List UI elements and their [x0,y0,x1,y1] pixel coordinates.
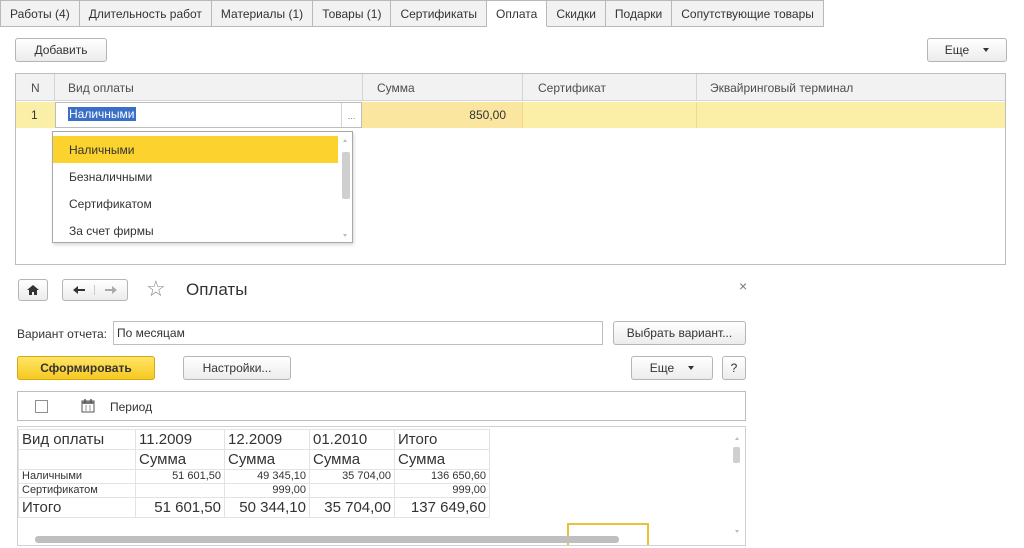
total-value: 137 649,60 [394,497,490,518]
payment-type-dropdown: Наличными Безналичными Сертификатом За с… [52,131,353,243]
payments-table-header: N Вид оплаты Сумма Сертификат Эквайринго… [16,74,1005,101]
col-certificate[interactable]: Сертификат [538,81,606,95]
horizontal-scroll-thumb[interactable] [35,536,619,543]
arrow-left-icon [72,286,85,294]
help-button[interactable]: ? [722,356,746,380]
generate-button[interactable]: Сформировать [17,356,155,380]
variant-label: Вариант отчета: [17,327,107,341]
history-nav [62,279,128,301]
col-payment-type[interactable]: Вид оплаты [68,81,134,95]
header-sum: Сумма [224,449,310,470]
home-icon [27,285,39,295]
row-value: 999,00 [224,483,310,498]
option-certificate[interactable]: Сертификатом [53,190,338,217]
total-value: 50 344,10 [224,497,310,518]
chevron-down-icon [688,366,695,370]
header-period: 01.2010 [309,429,395,450]
dropdown-scroll-thumb[interactable] [342,152,350,199]
tab-payment[interactable]: Оплата [487,0,548,27]
variant-field[interactable]: По месяцам [113,321,603,345]
total-value: 51 601,50 [135,497,225,518]
row-value: 51 601,50 [135,469,225,484]
row-value: 35 704,00 [309,469,395,484]
col-n[interactable]: N [31,81,40,95]
report-more-button[interactable]: Еще [631,356,713,380]
close-icon[interactable]: × [739,278,747,294]
row-value [309,483,395,498]
total-row: Итого 51 601,50 50 344,10 35 704,00 137 … [18,497,490,518]
tab-work-duration[interactable]: Длительность работ [79,0,212,27]
header-sum: Сумма [394,449,490,470]
row-number: 1 [31,108,38,122]
choose-button[interactable]: ... [341,103,361,127]
more-button[interactable]: Еще [927,38,1007,62]
option-cash[interactable]: Наличными [53,136,338,163]
tab-bar: Работы (4) Длительность работ Материалы … [0,0,824,27]
row-value: 999,00 [394,483,490,498]
col-terminal[interactable]: Эквайринговый терминал [710,81,853,95]
tab-discounts[interactable]: Скидки [547,0,606,27]
header-total: Итого [394,429,490,450]
option-company-account[interactable]: За счет фирмы [53,217,338,244]
option-cashless[interactable]: Безналичными [53,163,338,190]
forward-button[interactable] [95,285,127,295]
tab-related-goods[interactable]: Сопутствующие товары [672,0,824,27]
period-checkbox[interactable] [35,400,48,413]
tab-gifts[interactable]: Подарки [605,0,673,27]
header-payment-type: Вид оплаты [18,429,136,450]
header-sum: Сумма [309,449,395,470]
home-button[interactable] [18,279,48,301]
report-table: Вид оплаты 11.2009 12.2009 01.2010 Итого… [18,429,490,518]
add-button[interactable]: Добавить [15,38,107,62]
tab-works[interactable]: Работы (4) [0,0,80,27]
chevron-down-icon [983,48,990,52]
period-label: Период [110,400,153,414]
arrow-right-icon [105,286,117,294]
header-period: 11.2009 [135,429,225,450]
header-period: 12.2009 [224,429,310,450]
row-name: Сертификатом [18,483,136,498]
report-more-label: Еще [649,361,675,375]
row-value: 136 650,60 [394,469,490,484]
report-title: Оплаты [186,280,248,299]
total-name: Итого [18,497,136,518]
row-value: 49 345,10 [224,469,310,484]
header-sum: Сумма [135,449,225,470]
tab-materials[interactable]: Материалы (1) [211,0,314,27]
report-spreadsheet[interactable]: Вид оплаты 11.2009 12.2009 01.2010 Итого… [17,426,746,546]
row-value [135,483,225,498]
tab-goods[interactable]: Товары (1) [313,0,392,27]
tab-certificates[interactable]: Сертификаты [391,0,488,27]
star-icon[interactable]: ☆ [146,276,166,302]
table-row: Наличными 51 601,50 49 345,10 35 704,00 … [18,469,490,484]
choose-variant-button[interactable]: Выбрать вариант... [613,321,746,345]
payment-type-input[interactable]: Наличными ... [55,102,362,128]
settings-button[interactable]: Настройки... [183,356,291,380]
row-name: Наличными [18,469,136,484]
more-label: Еще [944,43,970,57]
calendar-icon[interactable] [81,398,95,413]
payment-type-value: Наличными [68,107,136,121]
table-row: Сертификатом 999,00 999,00 [18,483,490,498]
back-button[interactable] [63,285,96,295]
total-value: 35 704,00 [309,497,395,518]
period-bar: Период [17,391,746,421]
col-sum[interactable]: Сумма [377,81,415,95]
row-sum[interactable]: 850,00 [469,108,506,122]
vertical-scroll-thumb[interactable] [733,447,740,463]
